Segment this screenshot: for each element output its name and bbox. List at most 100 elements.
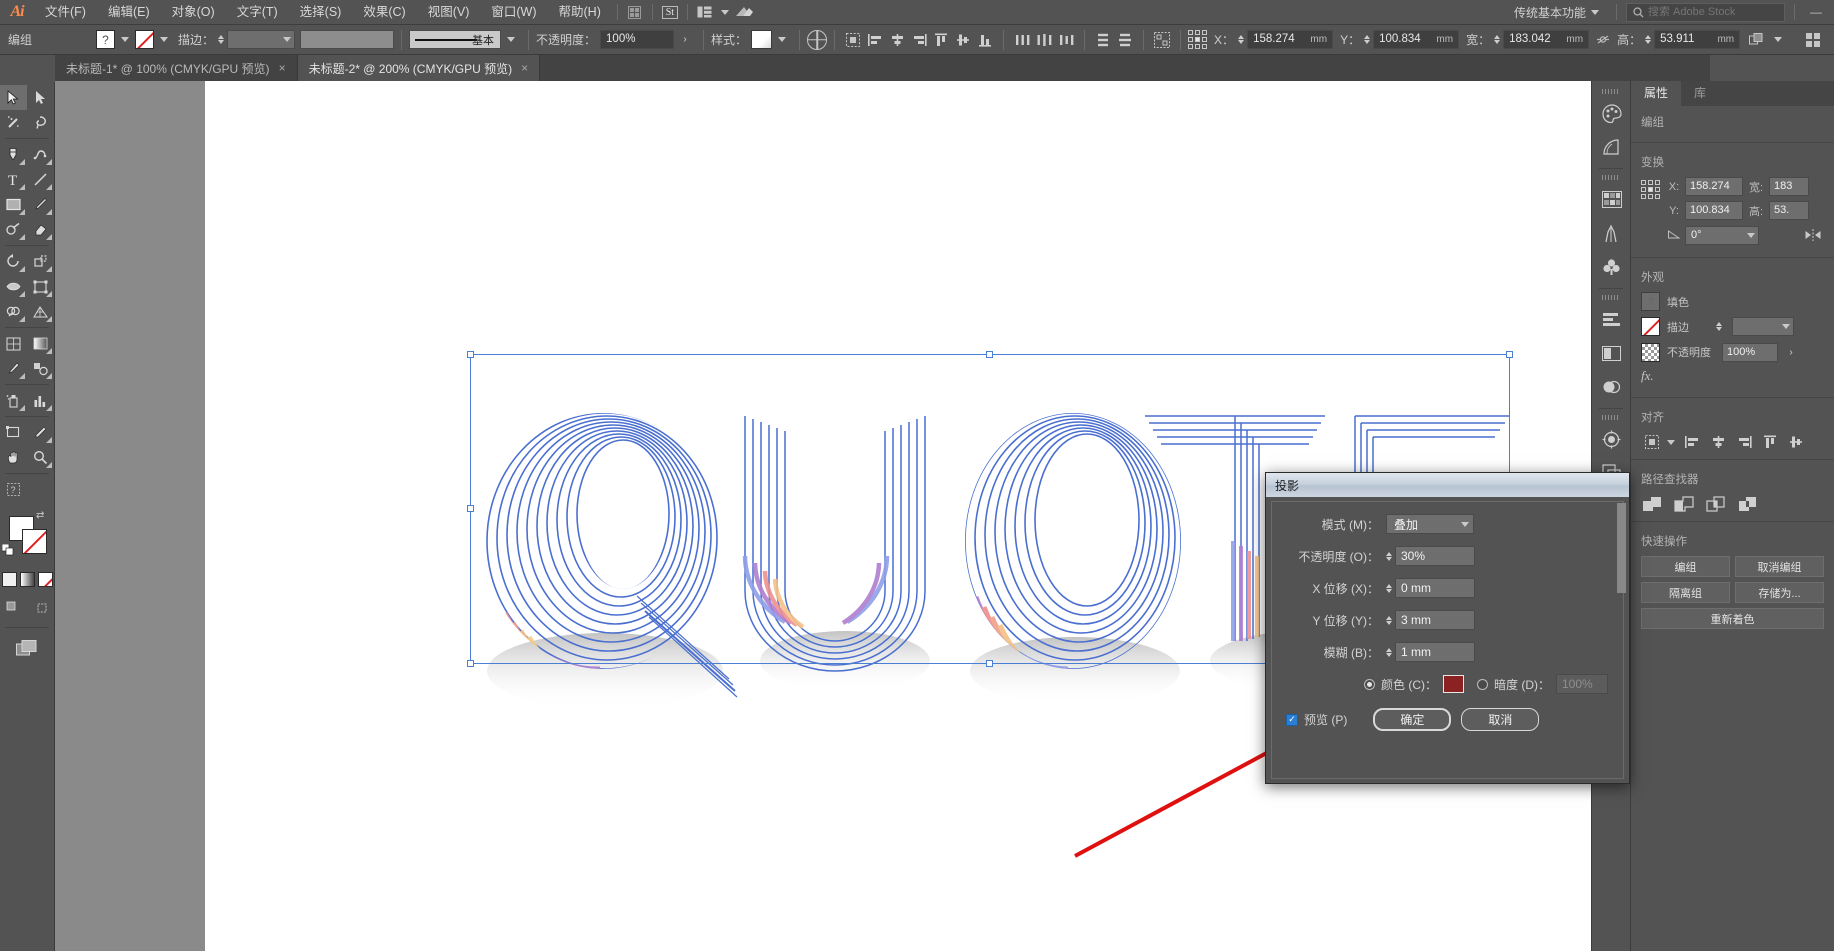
pathfinder-panel-icon[interactable] (1592, 370, 1631, 404)
align-right-icon[interactable] (908, 29, 930, 51)
shape-builder-tool[interactable] (0, 299, 27, 324)
y-stepper[interactable] (1364, 35, 1371, 44)
intersect-icon[interactable] (1705, 494, 1727, 514)
swap-fill-stroke-icon[interactable]: ⇄ (36, 510, 44, 521)
align-right-icon[interactable] (1733, 432, 1755, 452)
fill-swatch[interactable]: ? (96, 30, 115, 49)
chevron-down-icon[interactable] (121, 37, 129, 42)
height-field[interactable]: 53. (1769, 201, 1809, 220)
slice-tool[interactable] (27, 420, 54, 445)
distribute-v-center-icon[interactable] (1114, 29, 1136, 51)
dialog-scrollbar[interactable] (1617, 503, 1626, 593)
symbols-panel-icon[interactable] (1592, 250, 1631, 284)
gradient-tool[interactable] (27, 331, 54, 356)
rectangle-tool[interactable] (0, 192, 27, 217)
search-input[interactable] (1648, 6, 1778, 18)
align-center-h-icon[interactable] (1707, 432, 1729, 452)
gradient-mode-icon[interactable] (19, 572, 35, 587)
align-top-icon[interactable] (930, 29, 952, 51)
eyedropper-tool[interactable] (0, 356, 27, 381)
menu-effect[interactable]: 效果(C) (352, 0, 416, 25)
workspace-switcher-icon[interactable] (693, 3, 717, 21)
mode-select[interactable]: 叠加 (1386, 514, 1474, 534)
align-center-h-icon[interactable] (886, 29, 908, 51)
color-radio[interactable] (1364, 678, 1375, 690)
group-button[interactable]: 编组 (1641, 556, 1730, 577)
drawing-mode-behind-icon[interactable] (29, 594, 55, 619)
transform-panel-icon[interactable] (1592, 336, 1631, 370)
menu-file[interactable]: 文件(F) (34, 0, 97, 25)
curvature-tool[interactable] (27, 142, 54, 167)
arrange-documents-icon[interactable] (623, 3, 647, 21)
more-options-icon[interactable] (1802, 29, 1824, 51)
x-offset-field[interactable]: 0 mm (1395, 578, 1475, 598)
opacity-swatch[interactable] (1641, 342, 1660, 362)
chevron-down-icon[interactable] (720, 9, 729, 15)
unite-icon[interactable] (1641, 494, 1663, 514)
blur-field[interactable]: 1 mm (1395, 642, 1475, 662)
mesh-tool[interactable] (0, 331, 27, 356)
hand-tool[interactable] (0, 445, 27, 470)
align-to-icon[interactable] (1641, 432, 1663, 452)
scale-tool[interactable] (27, 249, 54, 274)
selection-handle[interactable] (986, 351, 993, 358)
y-offset-stepper[interactable] (1386, 615, 1392, 625)
height-field[interactable]: 53.911 mm (1654, 30, 1741, 49)
preview-checkbox[interactable]: ✓ (1286, 713, 1298, 726)
shadow-color-swatch[interactable] (1443, 675, 1464, 693)
eraser-tool[interactable] (27, 217, 54, 242)
menu-view[interactable]: 视图(V) (417, 0, 481, 25)
perspective-grid-tool[interactable] (27, 299, 54, 324)
direct-selection-tool[interactable] (27, 85, 54, 110)
fx-row[interactable]: fx. (1641, 368, 1824, 384)
width-field[interactable]: 183.042 mm (1503, 30, 1590, 49)
free-transform-tool[interactable] (27, 274, 54, 299)
cancel-button[interactable]: 取消 (1461, 708, 1540, 731)
chevron-down-icon[interactable] (1667, 439, 1675, 445)
width-tool[interactable] (0, 274, 27, 299)
screen-mode-icon[interactable] (10, 636, 44, 661)
angle-field[interactable]: 0° (1685, 225, 1759, 245)
save-as-button[interactable]: 存储为... (1735, 582, 1824, 603)
shaper-tool[interactable] (0, 217, 27, 242)
reference-point-selector[interactable] (1641, 180, 1660, 199)
menu-type[interactable]: 文字(T) (226, 0, 289, 25)
symbol-sprayer-tool[interactable] (0, 388, 27, 413)
y-field[interactable]: 100.834 (1685, 201, 1743, 220)
menu-edit[interactable]: 编辑(E) (97, 0, 161, 25)
close-icon[interactable]: × (279, 61, 286, 75)
distribute-h-right-icon[interactable] (1055, 29, 1077, 51)
align-bottom-icon[interactable] (974, 29, 996, 51)
workspace-selector[interactable]: 传统基本功能 (1506, 2, 1607, 23)
default-fill-stroke-icon[interactable] (1, 543, 14, 556)
minus-front-icon[interactable] (1673, 494, 1695, 514)
opacity-options-icon[interactable]: › (674, 29, 696, 51)
ok-button[interactable]: 确定 (1373, 708, 1452, 731)
stroke-row[interactable]: 描边 (1641, 317, 1824, 336)
chevron-down-icon[interactable] (778, 37, 787, 42)
x-offset-stepper[interactable] (1386, 583, 1392, 593)
dock-grip[interactable] (1592, 293, 1630, 302)
blend-tool[interactable] (27, 356, 54, 381)
distribute-h-left-icon[interactable] (1011, 29, 1033, 51)
drop-shadow-dialog[interactable]: 投影 模式 (M)： 叠加 不透明度 (O)： 30% X 位移 (X)： 0 … (1265, 472, 1630, 784)
chevron-down-icon[interactable] (507, 37, 516, 42)
stroke-weight-combo[interactable] (227, 30, 296, 49)
column-graph-tool[interactable] (27, 388, 54, 413)
selection-handle[interactable] (986, 660, 993, 667)
selection-tool[interactable] (0, 85, 27, 110)
blur-stepper[interactable] (1386, 647, 1392, 657)
stroke-variable-width-field[interactable] (300, 30, 395, 49)
dialog-title-bar[interactable]: 投影 (1266, 473, 1629, 497)
stroke-weight-stepper[interactable] (218, 35, 225, 44)
paintbrush-tool[interactable] (27, 192, 54, 217)
width-stepper[interactable] (1494, 35, 1501, 44)
close-icon[interactable]: × (521, 61, 528, 75)
menu-object[interactable]: 对象(O) (161, 0, 226, 25)
document-tab-2[interactable]: 未标题-2* @ 200% (CMYK/GPU 预览) × (297, 55, 541, 81)
opacity-field[interactable]: 100% (600, 30, 675, 49)
flip-icon[interactable] (1802, 225, 1824, 245)
selection-handle[interactable] (1506, 351, 1513, 358)
stock-icon[interactable]: St (658, 3, 682, 21)
line-segment-tool[interactable] (27, 167, 54, 192)
